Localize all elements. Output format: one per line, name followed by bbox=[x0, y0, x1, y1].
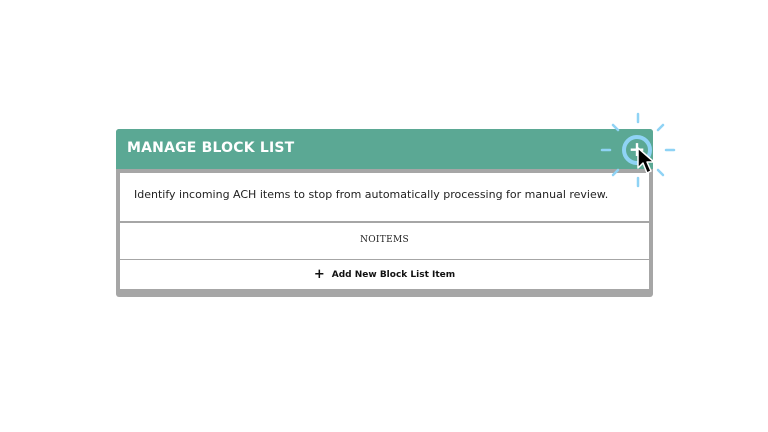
panel-title: MANAGE BLOCK LIST bbox=[127, 140, 295, 156]
add-block-list-button[interactable]: + bbox=[622, 135, 652, 165]
plus-icon: + bbox=[628, 137, 646, 161]
add-new-block-list-item-button[interactable]: + Add New Block List Item bbox=[120, 260, 649, 289]
description-text: Identify incoming ACH items to stop from… bbox=[134, 188, 609, 201]
empty-state-row: NOITEMS bbox=[120, 223, 649, 259]
manage-block-list-panel: MANAGE BLOCK LIST + Identify incoming AC… bbox=[116, 129, 653, 297]
add-new-block-list-item-label: Add New Block List Item bbox=[331, 269, 456, 280]
description-row: Identify incoming ACH items to stop from… bbox=[120, 173, 649, 221]
empty-state-text: NOITEMS bbox=[360, 235, 409, 245]
plus-icon: + bbox=[313, 266, 325, 282]
stage: MANAGE BLOCK LIST + Identify incoming AC… bbox=[0, 0, 768, 432]
ray-top-right bbox=[656, 123, 665, 132]
ray-bottom-right bbox=[656, 168, 665, 177]
panel-header: MANAGE BLOCK LIST + bbox=[116, 129, 653, 169]
